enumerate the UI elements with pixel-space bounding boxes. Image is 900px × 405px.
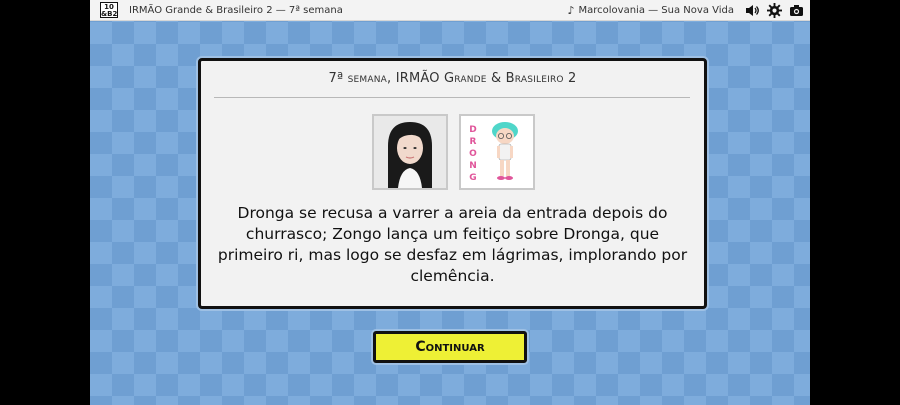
dialog-title: 7ª semana, IRMÃO Grande & Brasileiro 2 <box>328 71 577 86</box>
svg-text:R: R <box>470 137 477 147</box>
app-logo: 10 &B2 <box>100 2 118 18</box>
svg-text:D: D <box>469 125 476 135</box>
music-indicator: ♪ Marcolovania — Sua Nova Vida <box>567 4 734 17</box>
houseguest-avatar-photo <box>372 114 448 190</box>
divider <box>214 97 690 98</box>
svg-text:N: N <box>469 161 477 171</box>
houseguest-avatar-dronga: D R O N G <box>459 114 535 190</box>
portrait-image <box>374 116 446 188</box>
event-description: Dronga se recusa a varrer a areia da ent… <box>217 204 688 285</box>
music-track-label: Marcolovania — Sua Nova Vida <box>578 4 735 16</box>
game-screen: 10 &B2 IRMÃO Grande & Brasileiro 2 — 7ª s… <box>90 0 810 405</box>
character-drawing: D R O N G <box>461 116 533 188</box>
camera-icon[interactable] <box>788 2 804 18</box>
event-dialog: 7ª semana, IRMÃO Grande & Brasileiro 2 D… <box>198 58 707 309</box>
gear-icon[interactable] <box>766 2 782 18</box>
speaker-icon[interactable] <box>744 2 760 18</box>
svg-text:O: O <box>469 149 477 159</box>
music-note-icon: ♪ <box>567 3 575 17</box>
svg-text:G: G <box>469 173 476 183</box>
continue-button[interactable]: Continuar <box>373 331 527 363</box>
top-bar: 10 &B2 IRMÃO Grande & Brasileiro 2 — 7ª s… <box>90 0 810 21</box>
window-title: IRMÃO Grande & Brasileiro 2 — 7ª semana <box>129 4 343 16</box>
